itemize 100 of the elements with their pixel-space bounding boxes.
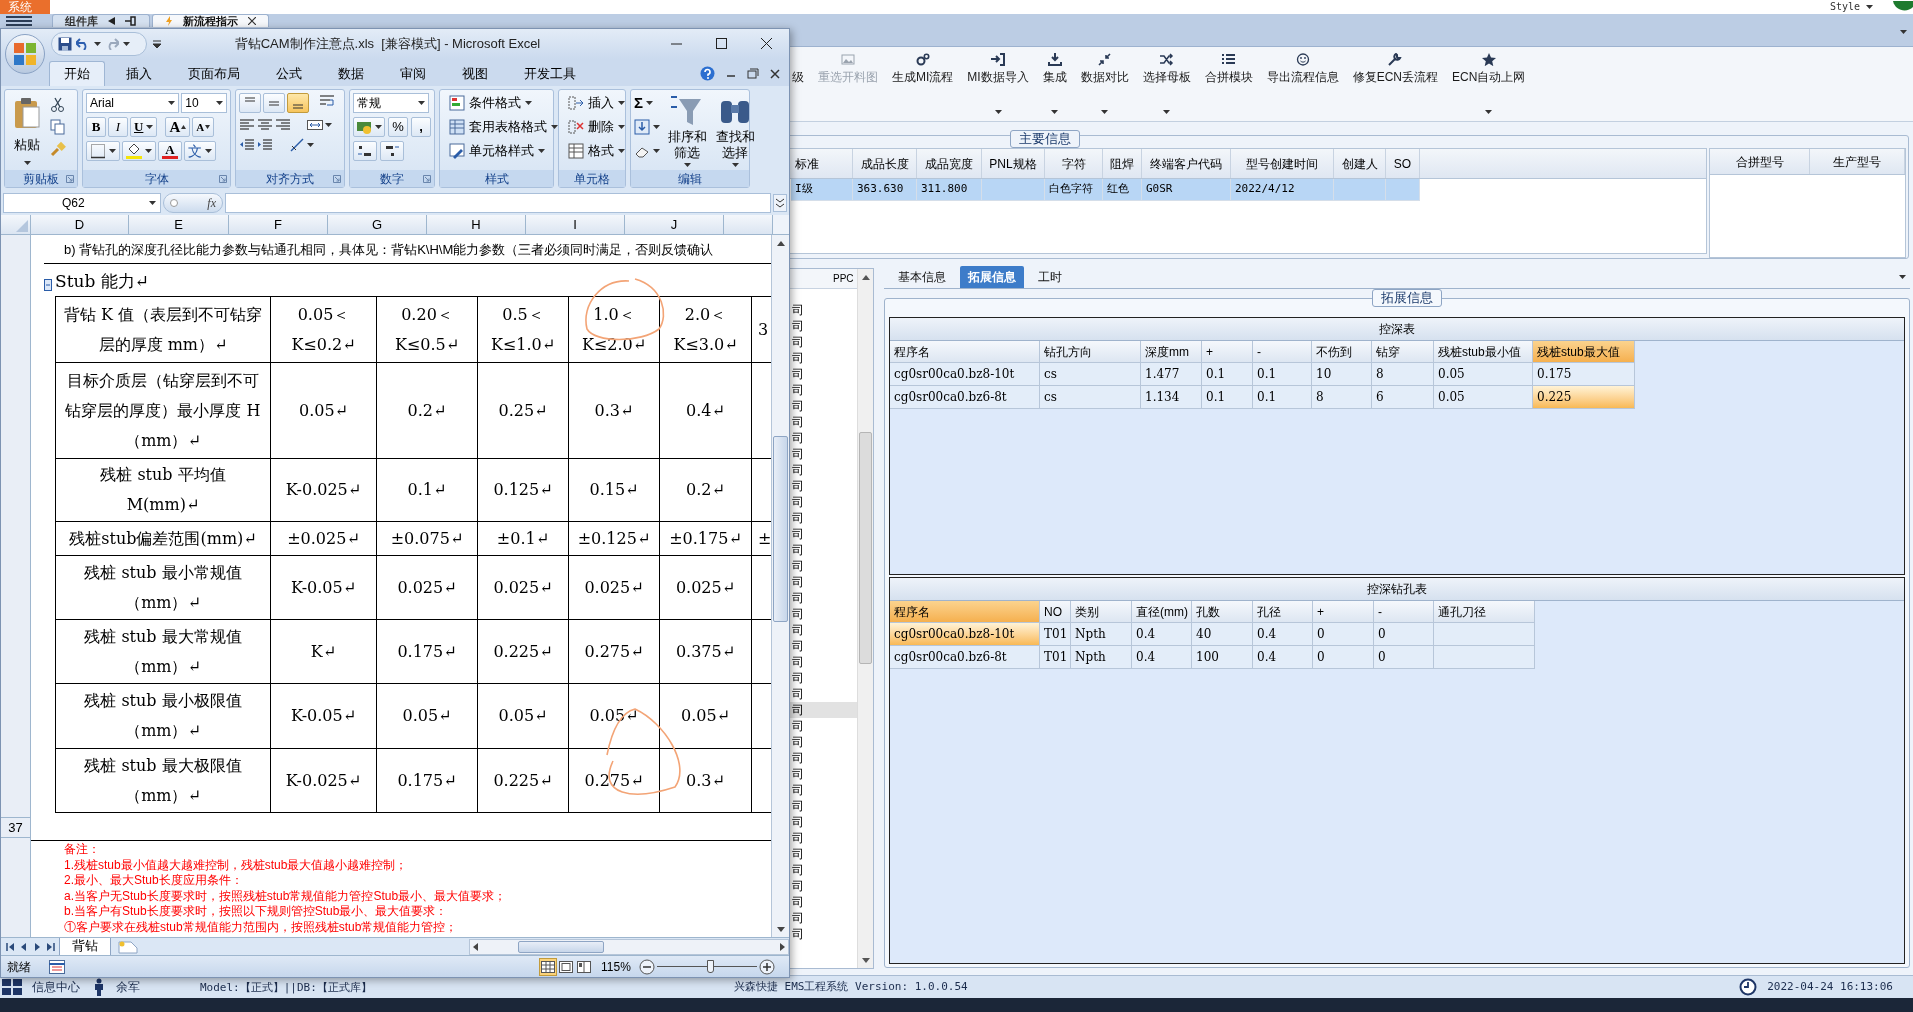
- column-header[interactable]: PNL规格: [989, 154, 1037, 173]
- autosum-button[interactable]: Σ: [634, 93, 660, 113]
- column-header[interactable]: NO: [1040, 601, 1071, 622]
- column-header[interactable]: 程序名: [890, 341, 1040, 362]
- column-header[interactable]: 残桩stub最大值: [1533, 341, 1635, 362]
- toolbar-button[interactable]: 合拼模块: [1197, 51, 1260, 115]
- column-header[interactable]: 终端客户代码: [1150, 154, 1222, 173]
- expand-icon[interactable]: [773, 194, 787, 212]
- shrink-font-button[interactable]: A: [192, 117, 215, 137]
- column-header[interactable]: +: [1313, 601, 1374, 622]
- font-size-field[interactable]: 10: [181, 93, 227, 113]
- column-header[interactable]: D: [31, 215, 129, 234]
- ribbon-button[interactable]: 格式: [568, 141, 622, 161]
- vertical-align-button[interactable]: [263, 93, 285, 113]
- toolbar-button[interactable]: 修复ECN丢流程: [1345, 51, 1446, 115]
- number-format-field[interactable]: 常规: [353, 93, 429, 113]
- last-sheet-icon[interactable]: [45, 941, 55, 952]
- column-header[interactable]: -: [1253, 341, 1312, 362]
- ribbon-tab[interactable]: 公式: [261, 61, 317, 86]
- style-menu[interactable]: Style: [1829, 1, 1860, 13]
- vertical-scrollbar[interactable]: [857, 269, 873, 968]
- horizontal-scrollbar[interactable]: [469, 938, 789, 955]
- restore-icon[interactable]: [747, 67, 759, 80]
- dialog-launcher-icon[interactable]: [333, 175, 341, 183]
- zoom-in-icon[interactable]: [759, 958, 775, 975]
- dialog-launcher-icon[interactable]: [219, 175, 227, 183]
- fill-button[interactable]: [634, 117, 660, 137]
- column-header[interactable]: J: [625, 215, 724, 234]
- formula-input[interactable]: [225, 193, 771, 213]
- column-header[interactable]: 孔数: [1192, 601, 1253, 622]
- increase-decimal-button[interactable]: [353, 141, 377, 161]
- fill-color-button[interactable]: [122, 141, 156, 161]
- ribbon-button[interactable]: 套用表格格式: [449, 117, 550, 137]
- vertical-align-button[interactable]: [287, 93, 309, 113]
- macro-icon[interactable]: [49, 959, 65, 974]
- italic-button[interactable]: I: [108, 117, 128, 137]
- ribbon-tab[interactable]: 视图: [447, 61, 503, 86]
- ribbon-button[interactable]: 排序和筛选: [666, 93, 708, 167]
- column-header[interactable]: G: [328, 215, 427, 234]
- column-header[interactable]: 孔径: [1253, 601, 1313, 622]
- sheet-tab[interactable]: 背钻: [59, 937, 111, 956]
- ribbon-button[interactable]: 单元格样式: [449, 141, 550, 161]
- dialog-launcher-icon[interactable]: [423, 175, 431, 183]
- column-header[interactable]: E: [129, 215, 229, 234]
- toolbar-button[interactable]: 选择母板: [1135, 51, 1198, 115]
- ribbon-tab[interactable]: 页面布局: [173, 61, 255, 86]
- column-header[interactable]: 钻孔方向: [1040, 341, 1141, 362]
- phonetic-button[interactable]: 文: [184, 141, 216, 161]
- column-header[interactable]: 字符: [1061, 154, 1086, 173]
- column-header[interactable]: SO: [1393, 154, 1412, 173]
- tab[interactable]: 拓展信息: [960, 266, 1024, 288]
- toolbar-button[interactable]: ECN自动上网: [1445, 51, 1533, 115]
- paste-button[interactable]: 粘贴: [8, 93, 46, 167]
- help-icon[interactable]: [700, 66, 715, 81]
- column-header[interactable]: 生产型号: [1833, 152, 1881, 171]
- column-header[interactable]: 标准: [795, 154, 819, 173]
- column-header[interactable]: H: [427, 215, 526, 234]
- zoom-slider[interactable]: [657, 959, 757, 974]
- column-header[interactable]: 成品长度: [860, 154, 909, 173]
- column-header[interactable]: 钻穿: [1372, 341, 1434, 362]
- grow-font-button[interactable]: A: [165, 117, 191, 137]
- column-header[interactable]: 创建人: [1341, 154, 1378, 173]
- dialog-launcher-icon[interactable]: [66, 175, 74, 183]
- toolbar-button[interactable]: MI数据导入: [960, 51, 1036, 115]
- column-header[interactable]: -: [1374, 601, 1434, 622]
- column-header[interactable]: 直径(mm): [1132, 601, 1192, 622]
- slider-thumb[interactable]: [707, 959, 715, 973]
- ribbon-button[interactable]: 查找和选择: [714, 93, 756, 167]
- currency-button[interactable]: [353, 117, 385, 137]
- column-header[interactable]: F: [229, 215, 328, 234]
- close-icon[interactable]: [769, 67, 781, 80]
- scrollbar-thumb[interactable]: [518, 940, 604, 953]
- row-header[interactable]: 37: [8, 817, 23, 838]
- ribbon-button[interactable]: 删除: [568, 117, 622, 137]
- app-tab[interactable]: 新流程指示: [152, 14, 269, 27]
- column-header[interactable]: 通孔刀径: [1434, 601, 1535, 622]
- ribbon-button[interactable]: 条件格式: [449, 93, 550, 113]
- vertical-align-button[interactable]: [239, 93, 261, 113]
- ribbon-button[interactable]: 插入: [568, 93, 622, 113]
- app-tab[interactable]: 组件库: [52, 14, 150, 27]
- column-header[interactable]: 阻焊: [1110, 154, 1134, 173]
- list-row[interactable]: 司: [789, 702, 857, 718]
- zoom-out-icon[interactable]: [639, 958, 655, 975]
- comma-button[interactable]: ,: [411, 117, 431, 137]
- column-header[interactable]: 不伤到: [1312, 341, 1372, 362]
- scrollbar-thumb[interactable]: [859, 432, 872, 664]
- insert-function-button[interactable]: fx: [207, 194, 216, 212]
- scrollbar-thumb[interactable]: [773, 436, 788, 622]
- font-color-button[interactable]: A: [158, 141, 182, 161]
- border-button[interactable]: [86, 141, 120, 161]
- underline-button[interactable]: U: [130, 117, 158, 137]
- column-header[interactable]: 类别: [1071, 601, 1132, 622]
- table-row[interactable]: I级 363.630 311.800 白色字符 红色 G0SR 2022/4/12: [791, 179, 1420, 201]
- column-header[interactable]: 程序名: [890, 601, 1040, 622]
- tab[interactable]: 基本信息: [890, 266, 954, 288]
- column-header[interactable]: 成品宽度: [925, 154, 973, 173]
- font-name-field[interactable]: Arial: [86, 93, 180, 113]
- first-sheet-icon[interactable]: [6, 941, 16, 952]
- next-sheet-icon[interactable]: [32, 941, 42, 952]
- toolbar-button[interactable]: 数据对比: [1073, 51, 1136, 115]
